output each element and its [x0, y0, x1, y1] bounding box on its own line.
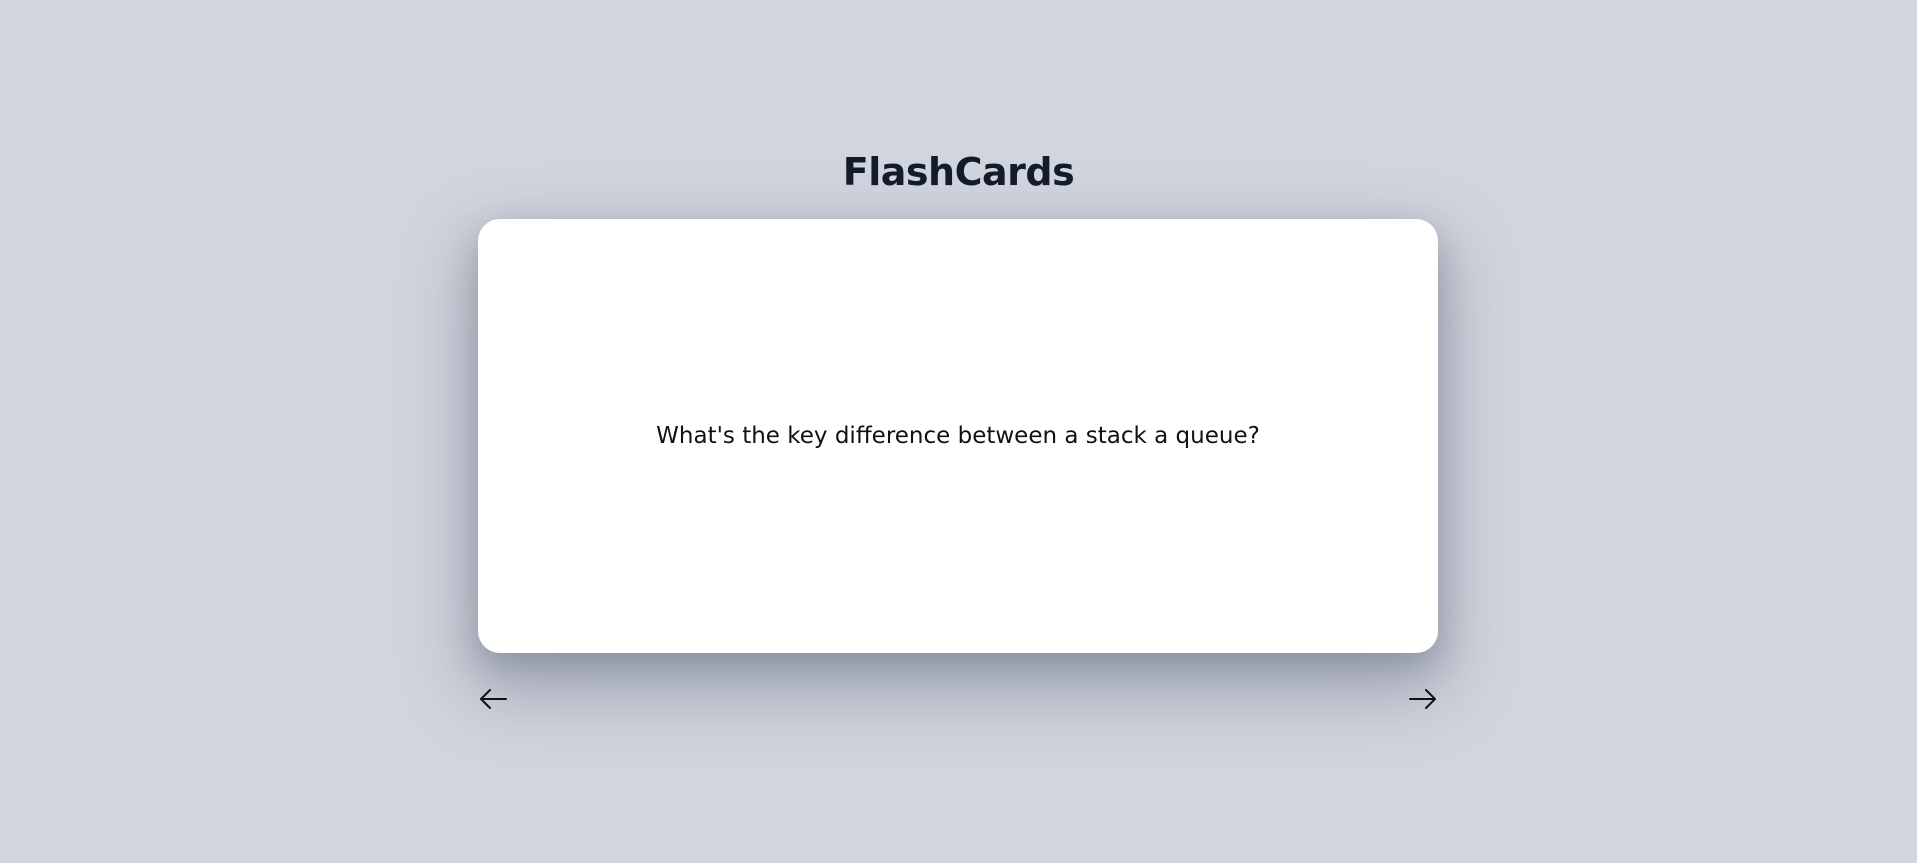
- previous-card-button[interactable]: [476, 684, 510, 714]
- page-title: FlashCards: [842, 150, 1075, 194]
- arrow-left-icon: [478, 688, 508, 710]
- flashcard-question: What's the key difference between a stac…: [656, 423, 1260, 449]
- arrow-right-icon: [1408, 688, 1438, 710]
- flashcard[interactable]: What's the key difference between a stac…: [478, 219, 1438, 653]
- next-card-button[interactable]: [1406, 684, 1440, 714]
- flashcards-app: FlashCards What's the key difference bet…: [0, 0, 1917, 863]
